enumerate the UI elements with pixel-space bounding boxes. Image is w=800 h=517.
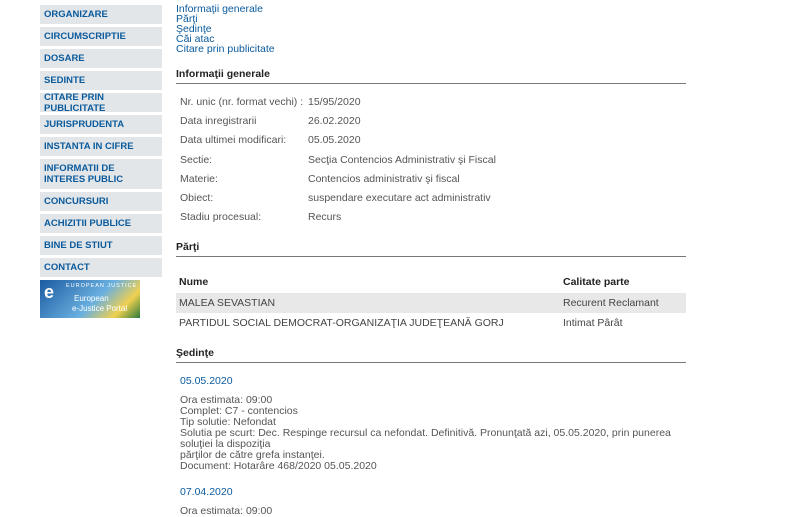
sedinta-details: Ora estimata: 09:00 (180, 506, 686, 517)
sedinta-line: Ora estimata: 09:00 (180, 505, 273, 517)
sidebar-item-dosare[interactable]: DOSARE (40, 49, 162, 68)
sidebar-item-achizitii-publice[interactable]: ACHIZITII PUBLICE (40, 214, 162, 233)
info-value: Recurs (308, 211, 342, 224)
info-label: Data ultimei modificari: (180, 134, 287, 147)
anchor-link[interactable]: Citare prin publicitate (176, 44, 686, 55)
info-row: Obiect: suspendare executare act administ… (176, 188, 686, 207)
info-row: Data inregistrarii 26.02.2020 (176, 111, 686, 130)
info-row: Sectie: Secţia Contencios Administrativ ş… (176, 150, 686, 169)
info-label: Sectie: (180, 153, 213, 166)
ejustice-banner-top: EUROPEAN JUSTICE (66, 283, 138, 289)
info-row: Nr. unic (nr. format vechi) : 15/95/2020 (176, 92, 686, 111)
sidebar-item-concursuri[interactable]: CONCURSURI (40, 192, 162, 211)
sidebar-item-citare-prin-publicitate[interactable]: CITARE PRIN PUBLICITATE (40, 92, 162, 114)
info-label: Obiect: (180, 192, 214, 205)
info-label: Materie: (180, 172, 218, 185)
sidebar-item-informatii-de-interes-public[interactable]: INFORMATII DE INTERES PUBLIC (40, 159, 162, 189)
sedinte-section-title: Şedinţe (176, 347, 686, 364)
parti-header-name: Nume (179, 276, 209, 289)
anchor-link[interactable]: Părţi (176, 14, 686, 25)
sedinta-line: Solutia pe scurt: Dec. Respinge recursul… (180, 427, 671, 451)
sedinte-list: 05.05.2020 Ora estimata: 09:00 Complet: C7… (176, 375, 686, 517)
ejustice-banner-sub: e-Justice Portal (72, 304, 128, 313)
parti-table: Nume Calitate parte MALEA SEVASTIAN Recur… (176, 271, 686, 333)
sedinta-date-link[interactable]: 05.05.2020 (180, 375, 686, 387)
parti-name: PARTIDUL SOCIAL DEMOCRAT-ORGANIZAŢIA JUD… (179, 317, 504, 330)
anchor-link[interactable]: Şedinţe (176, 24, 686, 35)
sidebar-item-circumscriptie[interactable]: CIRCUMSCRIPTIE (40, 27, 162, 46)
sedinta-line: Document: Hotarâre 468/2020 05.05.2020 (180, 460, 377, 473)
info-section-title: Informaţii generale (176, 68, 686, 84)
info-label: Stadiu procesual: (180, 211, 262, 224)
parti-section-title: Părţi (176, 241, 686, 258)
info-value: 05.05.2020 (308, 134, 361, 147)
parti-name: MALEA SEVASTIAN (176, 293, 560, 314)
sedinta-date-link[interactable]: 07.04.2020 (180, 486, 686, 498)
info-value: 15/95/2020 (308, 95, 361, 108)
parti-role: Recurent Reclamant (560, 293, 686, 314)
ejustice-portal-banner[interactable]: e EUROPEAN JUSTICE European e-Justice Po… (40, 280, 140, 318)
info-value: Secţia Contencios Administrativ şi Fisca… (308, 153, 496, 166)
info-label: Nr. unic (nr. format vechi) : (180, 95, 304, 108)
sidebar-item-instanta-in-cifre[interactable]: INSTANTA IN CIFRE (40, 137, 162, 156)
sidebar: ORGANIZARE CIRCUMSCRIPTIE DOSARE SEDINTE CIT… (40, 0, 162, 318)
table-row: PARTIDUL SOCIAL DEMOCRAT-ORGANIZAŢIA JUD… (176, 313, 686, 333)
info-value: suspendare executare act administrativ (308, 192, 491, 205)
info-table: Nr. unic (nr. format vechi) : 15/95/2020 D… (176, 92, 686, 227)
info-row: Data ultimei modificari: 05.05.2020 (176, 131, 686, 150)
sidebar-item-jurisprudenta[interactable]: JURISPRUDENTA (40, 115, 162, 134)
info-label: Data inregistrarii (180, 114, 257, 127)
case-details: Informaţii generale Părţi Şedinţe Căi atac C… (176, 0, 686, 517)
parti-role: Intimat Pârât (563, 317, 623, 330)
info-row: Stadiu procesual: Recurs (176, 208, 686, 227)
sidebar-item-sedinte[interactable]: SEDINTE (40, 71, 162, 90)
info-row: Materie: Contencios administrativ şi fisc… (176, 169, 686, 188)
section-anchor-links: Informaţii generale Părţi Şedinţe Căi atac C… (176, 4, 686, 55)
sidebar-item-bine-de-stiut[interactable]: BINE DE STIUT (40, 236, 162, 255)
info-value: Contencios administrativ şi fiscal (308, 172, 460, 185)
ejustice-logo-icon: e (44, 282, 55, 302)
info-value: 26.02.2020 (308, 114, 361, 127)
anchor-link[interactable]: Informaţii generale (176, 4, 686, 15)
parti-header-role: Calitate parte (563, 276, 630, 289)
table-row: MALEA SEVASTIAN Recurent Reclamant (176, 293, 686, 314)
ejustice-banner-title: European (74, 294, 109, 303)
sidebar-item-organizare[interactable]: ORGANIZARE (40, 5, 162, 24)
sidebar-item-contact[interactable]: CONTACT (40, 258, 162, 277)
sedinta-details: Ora estimata: 09:00 Complet: C7 - contenc… (180, 395, 686, 472)
